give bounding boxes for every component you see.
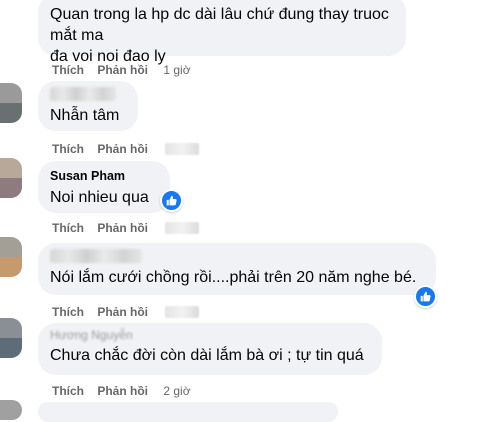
comment-timestamp[interactable]: 2 giờ: [163, 383, 190, 399]
thumbs-up-icon: [166, 195, 177, 206]
comment-bubble: Susan Pham Noi nhieu qua: [38, 161, 170, 213]
avatar[interactable]: [0, 237, 22, 277]
like-reaction-icon[interactable]: [160, 189, 183, 212]
thumbs-up-icon: [420, 291, 431, 302]
reply-button[interactable]: Phản hồi: [97, 220, 148, 236]
like-button[interactable]: Thích: [52, 220, 84, 236]
author-name[interactable]: Susan Pham: [50, 169, 158, 184]
comment-actions: Thích Phản hồi 1 giờ: [52, 61, 191, 77]
comment-actions: Thích Phản hồi: [52, 303, 200, 320]
like-button[interactable]: Thích: [52, 383, 84, 399]
comment-timestamp-blurred: [165, 142, 200, 155]
comment-timestamp-blurred: [165, 305, 200, 318]
author-name-blurred[interactable]: [50, 249, 142, 263]
comment-timestamp-blurred: [165, 221, 200, 234]
comment-bubble: Nhẫn tâm: [38, 81, 138, 131]
avatar[interactable]: [0, 83, 22, 123]
like-button[interactable]: Thích: [52, 62, 84, 78]
reply-button[interactable]: Phản hồi: [97, 304, 148, 320]
author-name-partial[interactable]: Hương Nguyễn: [50, 329, 370, 342]
reply-button[interactable]: Phản hồi: [97, 62, 148, 78]
comment-bubble: Nói lắm cưới chồng rồi....phải trên 20 n…: [38, 243, 436, 295]
comment-bubble: Quan trong la hp dc dài lâu chứ đung tha…: [38, 0, 406, 65]
comment-text: Nhẫn tâm: [50, 107, 120, 124]
reply-button[interactable]: Phản hồi: [97, 383, 148, 399]
reply-button[interactable]: Phản hồi: [97, 141, 148, 157]
like-button[interactable]: Thích: [52, 304, 84, 320]
author-name-blurred[interactable]: [50, 87, 116, 101]
comment-actions: Thích Phản hồi: [52, 219, 200, 236]
comment-actions: Thích Phản hồi 2 giờ: [52, 382, 191, 398]
comment-timestamp[interactable]: 1 giờ: [163, 62, 190, 78]
like-button[interactable]: Thích: [52, 141, 84, 157]
comment-text: Chưa chắc đời còn dài lắm bà ơi ; tự tin…: [50, 347, 364, 364]
comment-text: Quan trong la hp dc dài lâu chứ đung tha…: [50, 4, 394, 67]
like-reaction-icon[interactable]: [414, 285, 437, 308]
comment-text: Nói lắm cưới chồng rồi....phải trên 20 n…: [50, 269, 417, 286]
avatar[interactable]: [0, 158, 22, 198]
comment-bubble: Hương Nguyễn Chưa chắc đời còn dài lắm b…: [38, 323, 382, 375]
comment-bubble-partial: [38, 402, 338, 422]
comment-text-line: Quan trong la hp dc dài lâu chứ đung tha…: [50, 6, 389, 44]
comment-text: Noi nhieu qua: [50, 189, 149, 206]
avatar[interactable]: [0, 318, 22, 358]
comment-actions: Thích Phản hồi: [52, 140, 200, 157]
avatar[interactable]: [0, 400, 22, 420]
